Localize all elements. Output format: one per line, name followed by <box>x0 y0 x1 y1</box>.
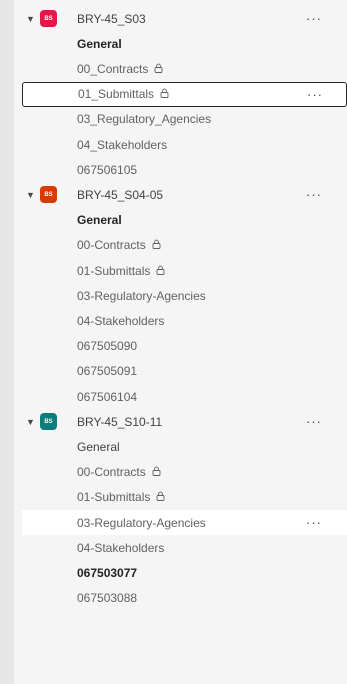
channel-row[interactable]: 01-Submittals <box>14 485 347 510</box>
channel-row[interactable]: 00-Contracts <box>14 233 347 258</box>
channel-label: 04-Stakeholders <box>77 541 164 555</box>
channel-label: 04-Stakeholders <box>77 314 164 328</box>
chevron-down-icon[interactable]: ▼ <box>26 190 35 200</box>
channel-label: 03_Regulatory_Agencies <box>77 112 211 126</box>
channel-label: 01_Submittals <box>78 87 169 101</box>
team-row[interactable]: ▼ BS BRY-45_S04-05 ··· <box>14 182 347 207</box>
channel-row[interactable]: 03-Regulatory-Agencies <box>14 283 347 308</box>
team-name: BRY-45_S10-11 <box>77 414 163 429</box>
channel-name: 00_Contracts <box>77 61 149 76</box>
channel-name: 03_Regulatory_Agencies <box>77 112 212 127</box>
channel-row[interactable]: General <box>14 31 347 56</box>
channel-label: 01-Submittals <box>77 264 165 278</box>
chevron-down-icon[interactable]: ▼ <box>26 417 35 427</box>
channel-label: 067506104 <box>77 390 137 404</box>
channel-name: 01-Submittals <box>77 490 151 505</box>
channel-name: 067503088 <box>77 591 138 606</box>
lock-icon <box>152 239 161 252</box>
team-name: BRY-45_S03 <box>77 11 146 26</box>
channel-name: 03-Regulatory-Agencies <box>77 515 206 530</box>
channel-name: 04_Stakeholders <box>77 137 168 152</box>
channel-name: 067503077 <box>77 565 138 580</box>
more-options-button[interactable]: ··· <box>306 11 322 26</box>
channel-name: 067506104 <box>77 389 138 404</box>
channel-label: General <box>77 213 122 227</box>
channel-label: General <box>77 440 120 454</box>
channel-row[interactable]: 03-Regulatory-Agencies ··· <box>22 510 347 535</box>
lock-icon <box>152 466 161 479</box>
channel-name: 03-Regulatory-Agencies <box>77 288 206 303</box>
team-row[interactable]: ▼ BS BRY-45_S03 ··· <box>14 6 347 31</box>
teams-channel-list: ▼ BS BRY-45_S03 ··· General 00_Contracts 01_Su… <box>14 0 347 684</box>
channel-name: 067505091 <box>77 364 138 379</box>
lock-icon <box>154 63 163 76</box>
channel-name: 01_Submittals <box>78 87 155 102</box>
channel-name: 067506105 <box>77 162 138 177</box>
channel-label: 03-Regulatory-Agencies <box>77 289 206 303</box>
channel-row[interactable]: 00_Contracts <box>14 56 347 81</box>
channel-label: 067505090 <box>77 339 137 353</box>
team-avatar: BS <box>40 413 57 431</box>
channel-row[interactable]: 067506105 <box>14 157 347 182</box>
channel-row[interactable]: General <box>14 434 347 459</box>
channel-label: 01-Submittals <box>77 490 165 504</box>
channel-row[interactable]: 01-Submittals <box>14 258 347 283</box>
team-avatar: BS <box>40 10 57 27</box>
channel-label: General <box>77 37 122 51</box>
channel-name: General <box>77 439 120 454</box>
more-options-button[interactable]: ··· <box>306 187 322 202</box>
channel-name: 04-Stakeholders <box>77 313 165 328</box>
chevron-down-icon[interactable]: ▼ <box>26 14 35 24</box>
more-options-button[interactable]: ··· <box>307 87 323 102</box>
channel-row[interactable]: 067503088 <box>14 586 347 611</box>
more-options-button[interactable]: ··· <box>306 515 322 530</box>
lock-icon <box>156 491 165 504</box>
channel-row[interactable]: 067505090 <box>14 334 347 359</box>
team-name: BRY-45_S04-05 <box>77 187 164 202</box>
channel-label: 067503088 <box>77 591 137 605</box>
channel-row[interactable]: General <box>14 208 347 233</box>
channel-label: 00_Contracts <box>77 62 163 76</box>
channel-name: 00-Contracts <box>77 238 146 253</box>
channel-label: 067503077 <box>77 566 137 580</box>
channel-name: General <box>77 213 122 228</box>
channel-label: 00-Contracts <box>77 238 161 252</box>
channel-label: 04_Stakeholders <box>77 138 167 152</box>
lock-icon <box>156 265 165 278</box>
channel-row[interactable]: 01_Submittals ··· <box>22 81 347 107</box>
channel-name: 067505090 <box>77 339 138 354</box>
channel-row[interactable]: 067506104 <box>14 384 347 409</box>
more-options-button[interactable]: ··· <box>306 414 322 429</box>
channel-row[interactable]: 04_Stakeholders <box>14 132 347 157</box>
channel-name: 00-Contracts <box>77 465 146 480</box>
channel-row[interactable]: 03_Regulatory_Agencies <box>14 107 347 132</box>
channel-row[interactable]: 067503077 <box>14 560 347 585</box>
channel-name: 04-Stakeholders <box>77 540 165 555</box>
channel-row[interactable]: 04-Stakeholders <box>14 535 347 560</box>
channel-row[interactable]: 00-Contracts <box>14 460 347 485</box>
channel-name: General <box>77 36 122 51</box>
channel-label: 03-Regulatory-Agencies <box>77 516 206 530</box>
team-row[interactable]: ▼ BS BRY-45_S10-11 ··· <box>14 409 347 434</box>
lock-icon <box>160 88 169 101</box>
channel-label: 00-Contracts <box>77 465 161 479</box>
left-rail <box>0 0 14 684</box>
channel-row[interactable]: 04-Stakeholders <box>14 308 347 333</box>
channel-name: 01-Submittals <box>77 263 151 278</box>
channel-label: 067505091 <box>77 364 137 378</box>
channel-label: 067506105 <box>77 163 137 177</box>
team-avatar: BS <box>40 186 57 204</box>
channel-row[interactable]: 067505091 <box>14 359 347 384</box>
